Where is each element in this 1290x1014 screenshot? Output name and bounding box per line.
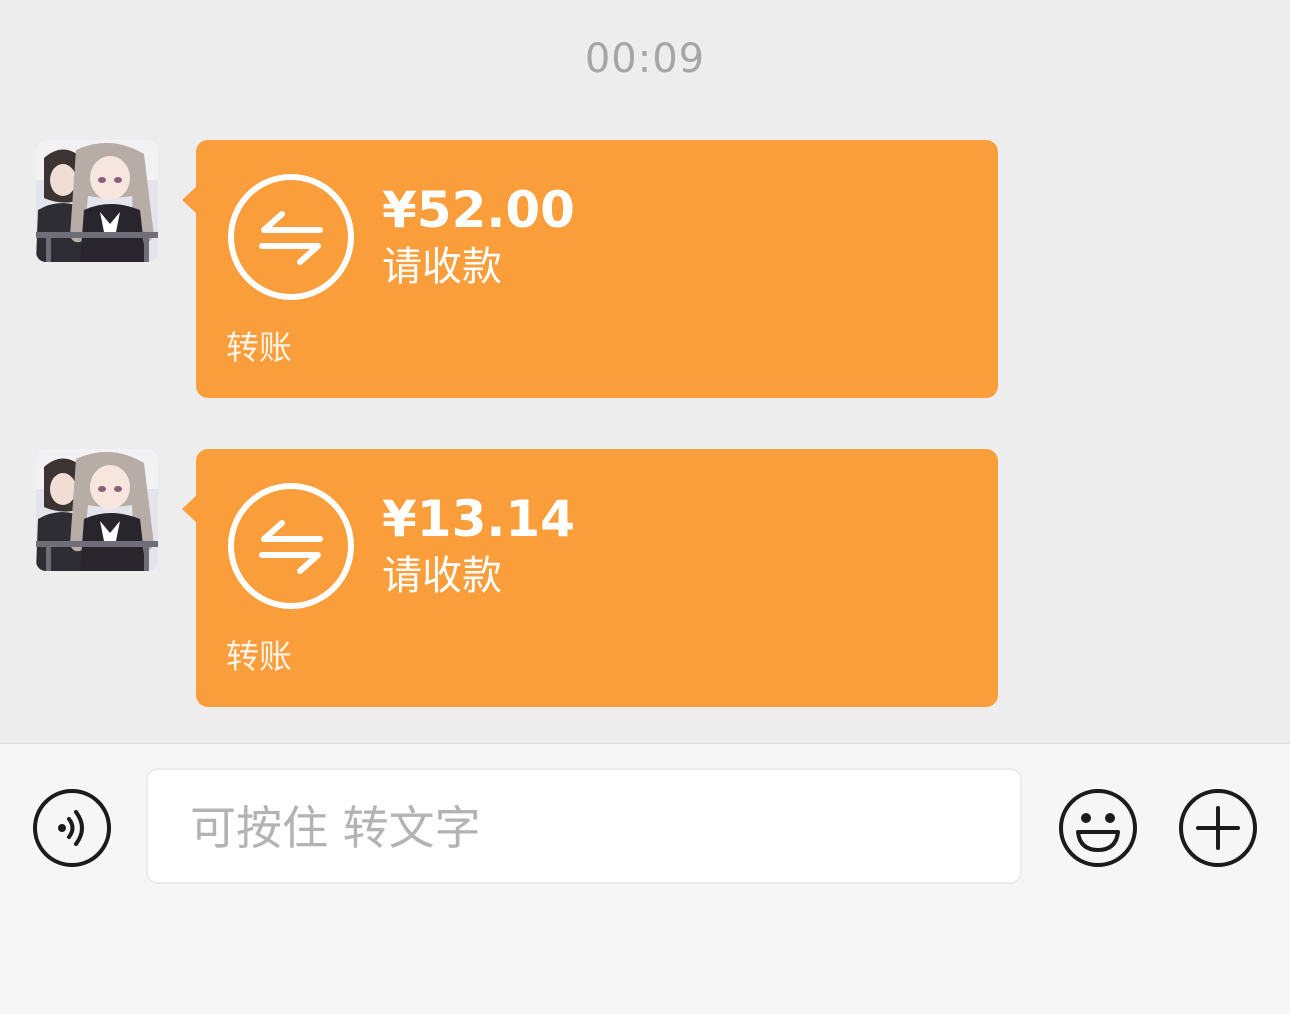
chat-message: ¥52.00 请收款 转账 xyxy=(36,140,1006,400)
emoji-icon xyxy=(1059,789,1137,867)
message-input-placeholder: 可按住 转文字 xyxy=(190,801,481,855)
transfer-bubble[interactable]: ¥13.14 请收款 转账 xyxy=(182,449,998,707)
transfer-status: 请收款 xyxy=(382,553,502,599)
chat-message: ¥13.14 请收款 转账 xyxy=(36,449,1006,709)
chat-area: 00:09 ¥52.00 请收款 转账 ¥13.14 请收款 转账 xyxy=(0,0,1290,743)
message-timestamp: 00:09 xyxy=(584,36,706,82)
transfer-amount: ¥52.00 xyxy=(382,181,575,239)
emoji-button[interactable] xyxy=(1058,788,1138,868)
transfer-type-label: 转账 xyxy=(226,637,292,676)
transfer-status: 请收款 xyxy=(382,244,502,290)
message-input[interactable]: 可按住 转文字 xyxy=(146,768,1022,884)
input-bar: 可按住 转文字 xyxy=(0,743,1290,1014)
more-button[interactable] xyxy=(1178,788,1258,868)
transfer-bubble[interactable]: ¥52.00 请收款 转账 xyxy=(182,140,998,398)
avatar[interactable] xyxy=(36,449,158,571)
transfer-type-label: 转账 xyxy=(226,328,292,367)
bubble-tail xyxy=(182,186,197,214)
avatar[interactable] xyxy=(36,140,158,262)
transfer-icon xyxy=(226,481,356,611)
transfer-icon xyxy=(226,172,356,302)
plus-icon xyxy=(1179,789,1257,867)
transfer-amount: ¥13.14 xyxy=(382,490,575,548)
voice-button[interactable] xyxy=(32,788,112,868)
bubble-tail xyxy=(182,495,197,523)
voice-icon xyxy=(33,789,111,867)
